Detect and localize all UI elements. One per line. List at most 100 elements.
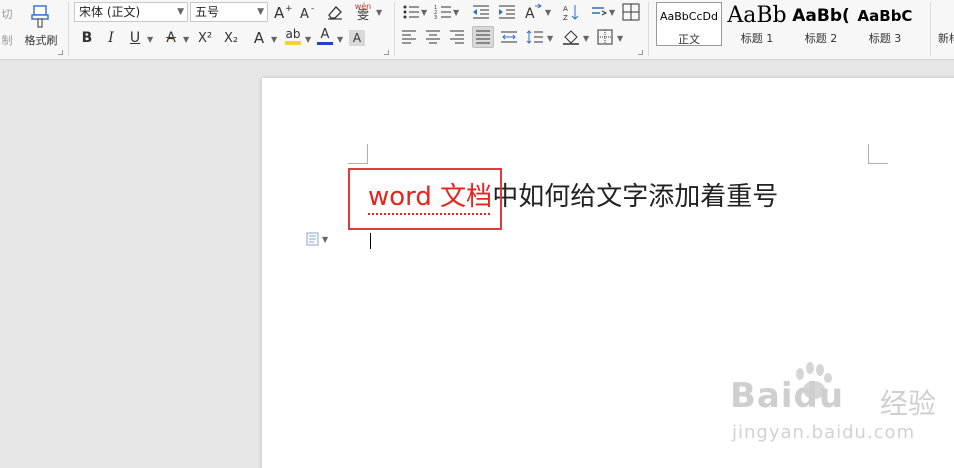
- style-sample: AaBb(: [792, 6, 850, 26]
- align-right-button[interactable]: [446, 26, 468, 48]
- chevron-down-icon[interactable]: ▼: [583, 34, 589, 43]
- style-sample: AaBbCcDd: [660, 10, 718, 23]
- chevron-down-icon[interactable]: ▼: [337, 35, 343, 44]
- chevron-down-icon: ▼: [257, 7, 264, 17]
- align-left-button[interactable]: [398, 26, 420, 48]
- style-heading-2[interactable]: AaBb( 标题 2: [788, 2, 854, 46]
- phonetic-char: 雯: [356, 8, 369, 22]
- font-color-button[interactable]: A: [314, 25, 336, 47]
- separator: [394, 2, 395, 56]
- italic-button[interactable]: I: [100, 27, 122, 49]
- font-dialog-launcher[interactable]: [384, 50, 389, 55]
- baidu-watermark: Baidu 经验 jingyan.baidu.com: [730, 362, 950, 466]
- line-spacing-button[interactable]: [524, 26, 546, 48]
- font-family-select[interactable]: 宋体 (正文) ▼: [74, 2, 188, 22]
- phonetic-guide-button[interactable]: wén 雯: [352, 0, 374, 22]
- style-normal[interactable]: AaBbCcDd 正文: [656, 2, 722, 46]
- line-spacing-icon: [526, 30, 543, 44]
- paragraph-icon: [306, 232, 319, 246]
- chevron-down-icon: ▼: [177, 7, 184, 17]
- subscript-button[interactable]: X₂: [220, 27, 242, 49]
- sort-az-icon: AZ: [563, 5, 579, 21]
- svg-text:Z: Z: [563, 14, 568, 21]
- font-size-value: 五号: [195, 5, 220, 19]
- clipboard-dialog-launcher[interactable]: [58, 50, 63, 55]
- paint-bucket-icon: [563, 30, 579, 45]
- grow-font-button[interactable]: A +: [272, 1, 294, 23]
- clear-formatting-button[interactable]: [324, 1, 346, 23]
- style-name: 标题 1: [740, 32, 774, 45]
- highlight-color-bar: [285, 40, 301, 45]
- borders-button[interactable]: [594, 26, 616, 48]
- chevron-down-icon[interactable]: ▼: [545, 8, 551, 17]
- character-shading-button[interactable]: A: [346, 27, 368, 49]
- highlight-button[interactable]: ab: [282, 25, 304, 47]
- style-heading-3[interactable]: AaBbC 标题 3: [852, 2, 918, 46]
- text-direction-icon: A: [525, 3, 542, 21]
- change-case-button[interactable]: A: [522, 1, 544, 23]
- show-hide-button[interactable]: [588, 1, 610, 23]
- align-left-icon: [402, 30, 416, 44]
- separator: [930, 2, 931, 56]
- margin-corner-top-left: [348, 144, 368, 164]
- strikethrough-button[interactable]: A: [160, 27, 182, 49]
- distributed-button[interactable]: [498, 26, 520, 48]
- justify-button[interactable]: [472, 26, 494, 48]
- font-grow-icon: A +: [274, 4, 293, 21]
- bold-button[interactable]: B: [76, 27, 98, 49]
- chevron-down-icon[interactable]: ▼: [271, 35, 277, 44]
- paragraph-dialog-launcher[interactable]: [638, 50, 643, 55]
- chevron-down-icon[interactable]: ▼: [183, 35, 189, 44]
- paragraph-mark-icon: [592, 7, 608, 16]
- style-heading-1[interactable]: AaBb 标题 1: [724, 2, 790, 46]
- style-name: 标题 2: [804, 32, 838, 45]
- chevron-down-icon[interactable]: ▼: [617, 34, 623, 43]
- format-painter-button[interactable]: 格式刷: [20, 2, 62, 52]
- chevron-down-icon[interactable]: ▼: [453, 8, 459, 17]
- chevron-down-icon[interactable]: ▼: [547, 34, 553, 43]
- sort-button[interactable]: AZ: [560, 1, 582, 23]
- watermark-brand-cn: 经验: [880, 387, 937, 420]
- numbered-list-icon: 123: [434, 5, 451, 20]
- paragraph-layout-button[interactable]: ▼: [306, 232, 328, 246]
- eraser-icon: [328, 6, 342, 20]
- bullets-button[interactable]: [400, 1, 422, 23]
- chevron-down-icon[interactable]: ▼: [376, 8, 382, 17]
- svg-text:-: -: [311, 4, 314, 14]
- svg-text:A: A: [274, 4, 285, 21]
- chevron-down-icon[interactable]: ▼: [305, 35, 311, 44]
- bullet-list-icon: [403, 5, 419, 19]
- chevron-down-icon[interactable]: ▼: [421, 8, 427, 17]
- cut-label[interactable]: 切: [0, 6, 14, 22]
- separator: [648, 2, 649, 56]
- superscript-button[interactable]: X²: [194, 27, 216, 49]
- chevron-down-icon: ▼: [322, 234, 329, 244]
- increase-indent-button[interactable]: [496, 1, 518, 23]
- copy-label[interactable]: 制: [0, 32, 14, 48]
- decrease-indent-button[interactable]: [470, 1, 492, 23]
- border-icon: [597, 29, 613, 45]
- svg-text:3: 3: [434, 15, 437, 20]
- numbering-button[interactable]: 123: [432, 1, 454, 23]
- text-effects-button[interactable]: A: [248, 27, 270, 49]
- align-center-button[interactable]: [422, 26, 444, 48]
- heading-rest-text: 中如何给文字添加着重号: [492, 182, 779, 212]
- svg-text:A: A: [563, 5, 568, 13]
- styles-gallery: AaBbCcDd 正文 AaBb 标题 1 AaBb( 标题 2 AaBbC 标…: [654, 0, 930, 48]
- font-size-select[interactable]: 五号 ▼: [190, 2, 268, 22]
- char-shading-label: A: [349, 30, 365, 46]
- table-button[interactable]: [620, 1, 642, 23]
- chevron-down-icon[interactable]: ▼: [609, 8, 615, 17]
- svg-text:A: A: [525, 6, 535, 21]
- annotation-highlight-box: [348, 168, 502, 230]
- new-style-button[interactable]: 新样: [938, 30, 954, 46]
- shrink-font-button[interactable]: A-: [298, 1, 320, 23]
- indent-icon: [499, 5, 515, 19]
- shading-button[interactable]: [560, 26, 582, 48]
- underline-button[interactable]: U: [124, 27, 146, 49]
- format-painter-icon: [31, 5, 49, 28]
- font-color-bar: [317, 41, 333, 45]
- svg-text:+: +: [285, 4, 293, 14]
- outdent-icon: [473, 5, 489, 19]
- chevron-down-icon[interactable]: ▼: [147, 35, 153, 44]
